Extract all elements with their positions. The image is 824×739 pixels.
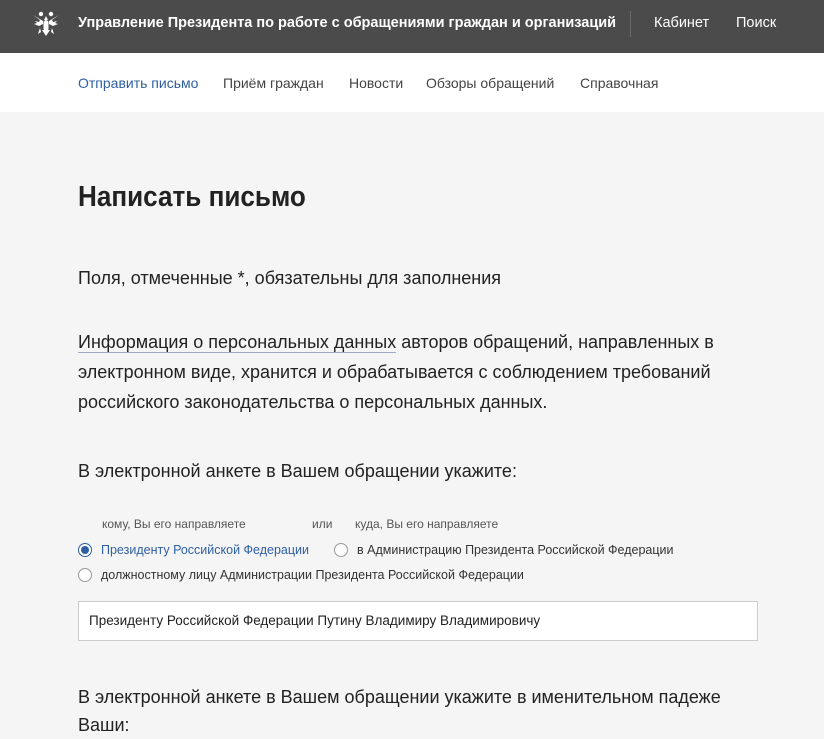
top-bar: Управление Президента по работе с обраще… (0, 0, 824, 53)
personal-data-info: Информация о персональных данных авторов… (78, 327, 778, 417)
radio-president-label[interactable]: Президенту Российской Федерации (101, 543, 309, 557)
hint-or: или (312, 517, 333, 531)
nav-news[interactable]: Новости (349, 75, 403, 91)
radio-button[interactable] (78, 568, 92, 582)
hint-to-whom: кому, Вы его направляете (102, 517, 246, 531)
addressee-field[interactable]: Президенту Российской Федерации Путину В… (78, 601, 758, 641)
header-divider (630, 11, 631, 37)
radio-administration[interactable]: в Администрацию Президента Российской Фе… (334, 543, 674, 557)
nav-reviews[interactable]: Обзоры обращений (426, 75, 554, 91)
instruction-addressee: В электронной анкете в Вашем обращении у… (78, 461, 517, 481)
nav-citizen-reception[interactable]: Приём граждан (223, 75, 324, 91)
nav-send-letter[interactable]: Отправить письмо (78, 75, 198, 91)
personal-data-link[interactable]: Информация о персональных данных (78, 332, 397, 353)
page-title: Написать письмо (78, 181, 306, 213)
hint-where: куда, Вы его направляете (355, 517, 499, 531)
radio-administration-label[interactable]: в Администрацию Президента Российской Фе… (357, 543, 674, 557)
instruction-name: В электронной анкете в Вашем обращении у… (78, 687, 721, 735)
nav-reference[interactable]: Справочная (580, 75, 658, 91)
radio-president[interactable]: Президенту Российской Федерации (78, 543, 309, 557)
search-link[interactable]: Поиск (736, 15, 776, 31)
org-title[interactable]: Управление Президента по работе с обраще… (78, 15, 616, 31)
main-nav: Отправить письмо Приём граждан Новости О… (0, 53, 824, 112)
eagle-emblem-icon[interactable] (31, 9, 61, 39)
radio-button-checked[interactable] (78, 543, 92, 557)
cabinet-link[interactable]: Кабинет (654, 15, 709, 31)
radio-official[interactable]: должностному лицу Администрации Президен… (78, 568, 524, 582)
radio-button[interactable] (334, 543, 348, 557)
radio-official-label[interactable]: должностному лицу Администрации Президен… (101, 568, 524, 582)
required-fields-note: Поля, отмеченные *, обязательны для запо… (78, 268, 502, 288)
